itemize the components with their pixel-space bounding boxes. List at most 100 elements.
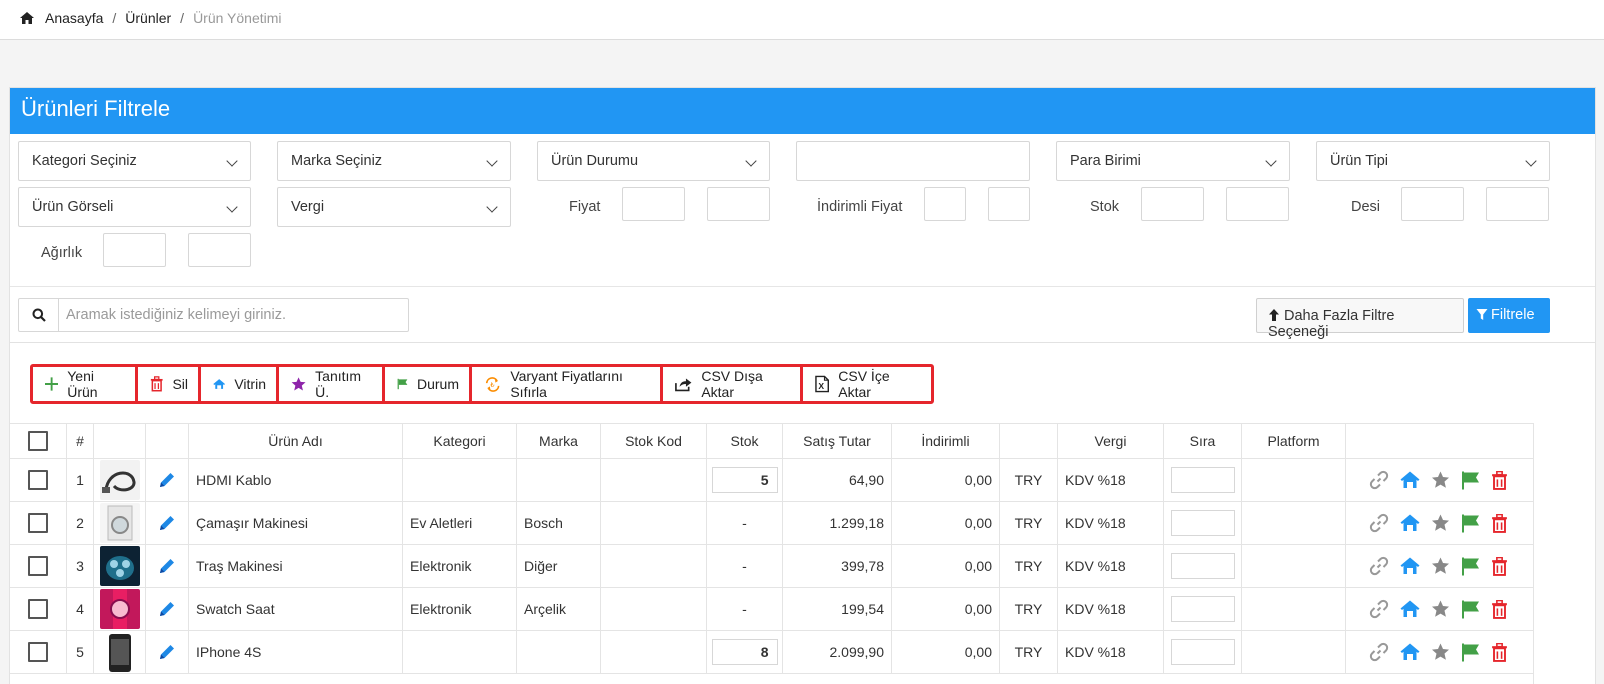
csv-export-button[interactable]: CSV Dışa Aktar [663,367,800,401]
search-button[interactable] [19,299,59,331]
row-thumb-cell [94,502,146,544]
header-order[interactable]: Sıra [1164,424,1242,458]
tax-select[interactable]: Vergi [277,187,511,227]
house-icon[interactable] [1400,557,1420,575]
star-icon[interactable] [1431,643,1450,661]
order-input[interactable] [1170,553,1235,579]
header-name[interactable]: Ürün Adı [189,424,403,458]
csv-import-button[interactable]: X CSV İçe Aktar [803,367,931,401]
link-icon[interactable] [1369,470,1389,490]
desi-min-input[interactable] [1401,187,1464,221]
flag-icon[interactable] [1461,600,1480,619]
status-button[interactable]: Durum [385,367,469,401]
flag-icon[interactable] [1461,557,1480,576]
pencil-icon[interactable] [158,471,176,489]
product-thumbnail[interactable] [99,546,140,586]
product-type-select[interactable]: Ürün Tipi [1316,141,1550,181]
star-icon[interactable] [1431,514,1450,532]
row-checkbox[interactable] [28,470,48,490]
stock-max-input[interactable] [1226,187,1289,221]
status-select[interactable]: Ürün Durumu [537,141,770,181]
row-checkbox[interactable] [28,599,48,619]
header-stock-code[interactable]: Stok Kod [601,424,707,458]
house-icon[interactable] [1400,600,1420,618]
header-platform[interactable]: Platform [1242,424,1346,458]
flag-icon[interactable] [1461,471,1480,490]
header-sale-price[interactable]: Satış Tutar [783,424,892,458]
row-name[interactable]: Swatch Saat [189,588,403,630]
link-icon[interactable] [1369,556,1389,576]
trash-icon[interactable] [1491,470,1508,490]
price-min-input[interactable] [622,187,685,221]
trash-icon[interactable] [1491,513,1508,533]
product-thumbnail[interactable] [99,460,140,500]
breadcrumb-products[interactable]: Ürünler [125,10,171,26]
breadcrumb-home[interactable]: Anasayfa [45,10,103,26]
pencil-icon[interactable] [158,643,176,661]
trash-icon[interactable] [1491,556,1508,576]
house-icon[interactable] [1400,643,1420,661]
desi-max-input[interactable] [1486,187,1549,221]
stock-input[interactable]: 5 [711,467,778,493]
house-icon[interactable] [1400,514,1420,532]
price-max-input[interactable] [707,187,770,221]
link-icon[interactable] [1369,642,1389,662]
link-icon[interactable] [1369,513,1389,533]
row-stock-code [601,545,707,587]
star-icon[interactable] [1431,557,1450,575]
weight-min-input[interactable] [103,233,166,267]
header-stock[interactable]: Stok [707,424,783,458]
order-input[interactable] [1170,639,1235,665]
row-name[interactable]: IPhone 4S [189,631,403,673]
discount-price-min-input[interactable] [924,187,966,221]
flag-icon[interactable] [1461,514,1480,533]
row-checkbox[interactable] [28,556,48,576]
text-filter-field[interactable] [796,141,1030,181]
trash-icon[interactable] [1491,599,1508,619]
order-input[interactable] [1170,596,1235,622]
brand-select[interactable]: Marka Seçiniz [277,141,511,181]
discount-price-max-input[interactable] [988,187,1030,221]
reset-variant-prices-button[interactable]: ₺ Varyant Fiyatlarını Sıfırla [472,367,660,401]
home-icon[interactable] [19,11,35,25]
header-category[interactable]: Kategori [403,424,517,458]
more-filters-button[interactable]: Daha Fazla Filtre Seçeneği [1256,298,1464,340]
new-product-button[interactable]: Yeni Ürün [33,367,135,401]
pencil-icon[interactable] [158,600,176,618]
pencil-icon[interactable] [158,514,176,532]
link-icon[interactable] [1369,599,1389,619]
filter-button[interactable]: Filtrele [1468,298,1550,333]
stock-input[interactable]: 8 [711,639,778,665]
row-name[interactable]: Traş Makinesi [189,545,403,587]
row-name[interactable]: Çamaşır Makinesi [189,502,403,544]
star-icon[interactable] [1431,471,1450,489]
currency-select[interactable]: Para Birimi [1056,141,1290,181]
search-input[interactable] [59,299,408,331]
pencil-icon[interactable] [158,557,176,575]
header-brand[interactable]: Marka [517,424,601,458]
promo-button[interactable]: Tanıtım Ü. [279,367,382,401]
row-checkbox[interactable] [28,642,48,662]
trash-icon[interactable] [1491,642,1508,662]
row-name[interactable]: HDMI Kablo [189,459,403,501]
order-input[interactable] [1170,510,1235,536]
category-select[interactable]: Kategori Seçiniz [18,141,251,181]
image-select[interactable]: Ürün Görseli [18,187,251,227]
stock-min-input[interactable] [1141,187,1204,221]
product-thumbnail[interactable] [99,503,140,543]
order-input[interactable] [1170,467,1235,493]
product-thumbnail[interactable] [99,632,140,672]
select-all-checkbox[interactable] [28,431,48,451]
star-icon[interactable] [1431,600,1450,618]
header-tax[interactable]: Vergi [1058,424,1164,458]
row-checkbox[interactable] [28,513,48,533]
header-discounted[interactable]: İndirimli [892,424,1000,458]
delete-button[interactable]: Sil [138,367,198,401]
showcase-button[interactable]: Vitrin [201,367,276,401]
flag-icon[interactable] [1461,643,1480,662]
product-thumbnail[interactable] [99,589,140,629]
divider [10,286,1595,287]
house-icon[interactable] [1400,471,1420,489]
row-stock: - [742,558,747,574]
weight-max-input[interactable] [188,233,251,267]
